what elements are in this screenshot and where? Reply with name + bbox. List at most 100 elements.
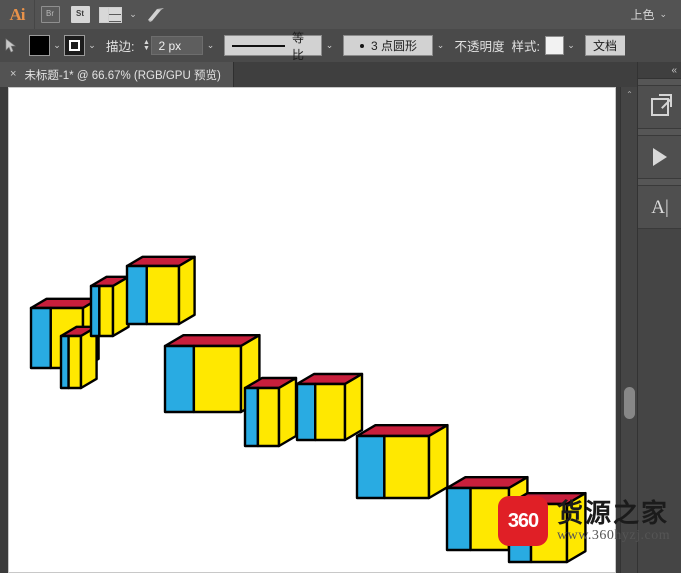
block-face <box>383 434 431 500</box>
panel-drag-strip[interactable] <box>638 129 681 136</box>
arrange-documents-icon <box>98 6 122 23</box>
rocket-icon <box>148 7 164 22</box>
block-face <box>355 434 386 500</box>
stroke-profile-select[interactable]: 等比 <box>224 31 323 62</box>
artboard[interactable] <box>8 87 616 573</box>
vertical-scrollbar[interactable]: ⌃ <box>620 87 638 573</box>
document-label: 文档 <box>592 39 617 53</box>
asset-export-panel-button[interactable] <box>638 86 681 129</box>
workspace-label: 上色 <box>630 8 655 22</box>
block-face <box>277 376 298 448</box>
block-face <box>29 306 52 370</box>
panel-dock: « A| <box>637 62 681 573</box>
chevron-down-icon: ⌄ <box>325 40 334 50</box>
brush-preview-icon <box>359 43 364 48</box>
stroke-weight-chevron-button[interactable]: ⌄ <box>203 35 217 56</box>
brush-chevron-button[interactable]: ⌄ <box>433 35 447 56</box>
block-face <box>529 502 569 564</box>
block-face <box>256 386 281 448</box>
chevron-down-icon: ⌄ <box>436 40 445 50</box>
arrange-documents-button[interactable] <box>95 0 125 29</box>
stroke-profile-chevron-button[interactable]: ⌄ <box>322 35 336 56</box>
rocket-button[interactable] <box>141 0 171 29</box>
panel-drag-strip[interactable] <box>638 179 681 186</box>
brush-definition-select[interactable]: 3 点圆形 <box>343 35 434 56</box>
block-face <box>125 264 148 326</box>
stock-button[interactable]: St <box>65 0 95 29</box>
isometric-3d-text-artwork <box>29 255 587 564</box>
double-chevron-left-icon: « <box>671 64 676 76</box>
stroke-weight-label: 描边: <box>106 40 135 54</box>
document-tab[interactable]: × 未标题-1* @ 66.67% (RGB/GPU 预览) <box>0 62 234 87</box>
extruded-block <box>295 372 364 442</box>
chevron-down-icon: ⌄ <box>567 40 575 50</box>
chevron-down-icon: ⌄ <box>206 40 215 50</box>
document-tab-bar: × 未标题-1* @ 66.67% (RGB/GPU 预览) <box>0 62 681 88</box>
scroll-up-button[interactable]: ⌃ <box>621 87 638 102</box>
application-bar: Ai Br St ⌄ 上色 ⌄ <box>0 0 681 30</box>
chevron-down-icon: ⌄ <box>659 9 667 19</box>
brush-label: 3 点圆形 <box>370 39 417 53</box>
extruded-block <box>507 491 587 564</box>
app-logo-text: Ai <box>9 4 26 24</box>
document-setup-button[interactable]: 文档 <box>584 35 625 56</box>
chevron-up-icon: ⌃ <box>626 90 633 99</box>
stroke-weight-input[interactable]: 2 px <box>151 36 204 55</box>
selection-tool-icon <box>5 37 16 52</box>
extruded-block <box>355 423 449 500</box>
style-label: 样式: <box>511 40 540 54</box>
chevron-down-icon: ⌄ <box>88 40 96 50</box>
export-icon <box>651 98 669 116</box>
chevron-down-icon: ⌄ <box>53 40 61 50</box>
style-chevron-button[interactable]: ⌄ <box>564 35 578 56</box>
character-panel-button[interactable]: A| <box>638 186 681 229</box>
actions-panel-button[interactable] <box>638 136 681 179</box>
block-face <box>177 255 196 326</box>
extruded-block <box>89 275 130 338</box>
fill-chevron-button[interactable]: ⌄ <box>50 35 64 56</box>
document-tab-title: 未标题-1* @ 66.67% (RGB/GPU 预览) <box>24 69 221 82</box>
stroke-profile-preview-icon <box>232 44 285 47</box>
block-face <box>565 491 587 564</box>
collapse-panels-button[interactable]: « <box>638 62 681 79</box>
opacity-label: 不透明度 <box>454 40 505 54</box>
extruded-block <box>243 376 298 448</box>
app-logo-icon: Ai <box>0 0 34 29</box>
vertical-scroll-thumb[interactable] <box>624 387 635 419</box>
block-face <box>445 486 472 552</box>
bridge-button[interactable]: Br <box>35 0 65 29</box>
block-face <box>427 423 449 500</box>
block-face <box>98 284 115 338</box>
block-face <box>295 382 317 442</box>
type-icon: A| <box>651 196 669 218</box>
stock-icon: St <box>70 6 90 23</box>
block-face <box>343 372 364 442</box>
close-icon[interactable]: × <box>10 69 16 80</box>
stroke-profile-label: 等比 <box>291 30 304 62</box>
stroke-weight-stepper[interactable]: ▲ ▼ <box>141 37 151 55</box>
bridge-icon: Br <box>40 6 60 23</box>
stroke-weight-value: 2 px <box>158 38 182 53</box>
control-bar: ⌄ ⌄ 描边: ▲ ▼ 2 px ⌄ 等比 ⌄ 3 点圆形 ⌄ 不透明度 样式:… <box>0 29 681 63</box>
block-face <box>192 344 243 414</box>
active-tool-icon <box>0 29 22 62</box>
panel-drag-strip[interactable] <box>638 79 681 86</box>
block-face <box>67 334 83 390</box>
stroke-color-swatch[interactable] <box>64 35 85 56</box>
stepper-down-icon: ▼ <box>143 44 150 52</box>
block-face <box>469 486 511 552</box>
block-face <box>89 284 101 338</box>
block-face <box>163 344 196 414</box>
illustrator-window: Ai Br St ⌄ 上色 ⌄ ⌄ ⌄ 描边: ▲ ▼ 2 px ⌄ 等比 ⌄ … <box>0 0 681 573</box>
canvas-area[interactable] <box>0 87 620 573</box>
workspace-switcher[interactable]: 上色 ⌄ <box>624 5 673 25</box>
block-face <box>507 502 533 564</box>
chevron-down-icon: ⌄ <box>129 9 137 19</box>
arrange-chevron-button[interactable]: ⌄ <box>125 10 141 19</box>
graphic-style-swatch[interactable] <box>544 36 564 55</box>
block-face <box>243 386 260 448</box>
extruded-block <box>125 255 196 326</box>
stroke-chevron-button[interactable]: ⌄ <box>85 35 99 56</box>
fill-color-swatch[interactable] <box>29 35 50 56</box>
play-icon <box>653 148 667 166</box>
